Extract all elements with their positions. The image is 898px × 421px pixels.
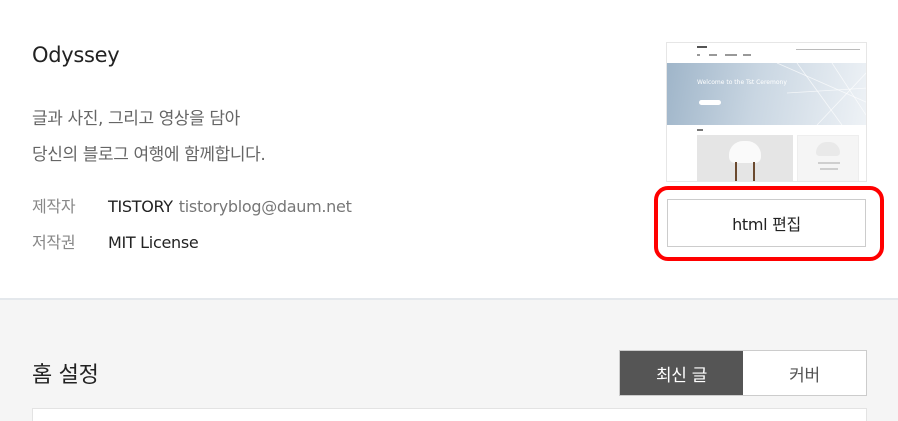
skin-info-panel: Odyssey 글과 사진, 그리고 영상을 담아 당신의 블로그 여행에 함께… — [0, 0, 898, 298]
thumbnail-hero: Welcome to the Tst Ceremony — [667, 63, 866, 125]
thumbnail-nav-item — [697, 54, 700, 56]
maker-row: 제작자 TISTORY tistoryblog@daum.net — [32, 193, 352, 217]
chair-leg — [735, 162, 737, 181]
item-image — [816, 142, 840, 156]
thumbnail-card-item — [797, 135, 859, 181]
license-value: MIT License — [108, 233, 199, 252]
home-settings-content — [32, 408, 867, 421]
item-text-line — [818, 162, 840, 164]
license-row: 저작권 MIT License — [32, 229, 199, 253]
html-edit-button[interactable]: html 편집 — [667, 199, 866, 247]
thumbnail-hero-text: Welcome to the Tst Ceremony — [697, 79, 787, 86]
skin-name: Odyssey — [32, 43, 120, 67]
maker-label: 제작자 — [32, 197, 76, 216]
maker-name: TISTORY — [108, 197, 173, 216]
thumbnail-hero-lines — [776, 63, 866, 125]
thumbnail-hero-button — [699, 100, 721, 105]
thumbnail-nav-item — [743, 54, 751, 56]
item-text-line — [820, 168, 838, 170]
thumbnail-search — [796, 46, 860, 50]
skin-description: 글과 사진, 그리고 영상을 담아 당신의 블로그 여행에 함께합니다. — [32, 101, 266, 173]
home-mode-cover[interactable]: 커버 — [743, 351, 866, 395]
chair-image — [729, 141, 761, 163]
thumbnail-nav-item — [709, 54, 717, 56]
license-label: 저작권 — [32, 233, 76, 252]
home-mode-latest-posts[interactable]: 최신 글 — [620, 351, 743, 395]
maker-email: tistoryblog@daum.net — [178, 197, 352, 216]
thumbnail-nav — [667, 43, 866, 63]
thumbnail-card-chair — [697, 135, 793, 181]
chair-leg — [753, 162, 755, 181]
home-mode-toggle: 최신 글 커버 — [619, 350, 867, 396]
home-settings-title: 홈 설정 — [32, 363, 99, 388]
thumbnail-logo — [697, 46, 707, 48]
skin-description-line: 당신의 블로그 여행에 함께합니다. — [32, 145, 266, 165]
thumbnail-section-label — [697, 129, 703, 131]
skin-thumbnail: Welcome to the Tst Ceremony — [666, 42, 867, 182]
skin-description-line: 글과 사진, 그리고 영상을 담아 — [32, 109, 240, 129]
thumbnail-nav-item — [725, 54, 737, 56]
